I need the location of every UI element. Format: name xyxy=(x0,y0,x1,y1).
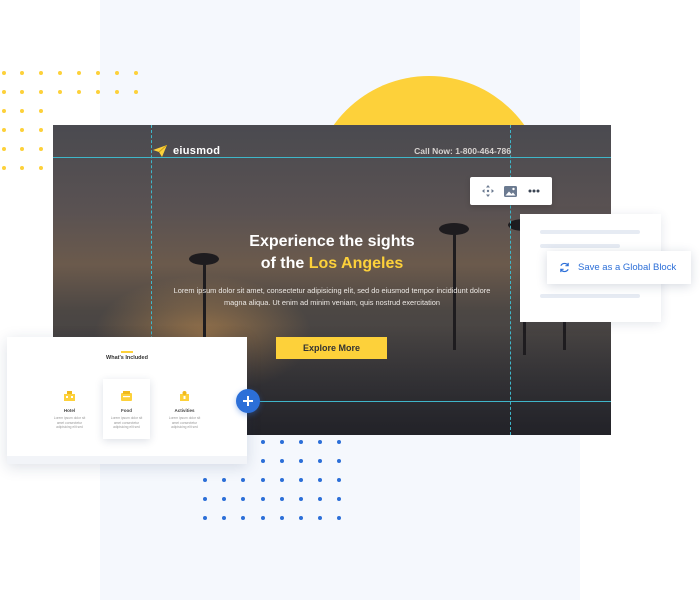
activities-icon xyxy=(180,391,189,401)
card-description: Lorem ipsum dolor sit amet consectetur a… xyxy=(168,416,201,429)
phone-number[interactable]: Call Now: 1-800-464-786 xyxy=(414,146,511,156)
whats-included-section[interactable]: What's Included Hotel Lorem ipsum dolor … xyxy=(7,337,247,464)
card-label: Food xyxy=(121,408,132,413)
card-label: Hotel xyxy=(63,408,76,413)
card-label: Activities xyxy=(174,408,195,413)
paper-plane-icon xyxy=(153,145,167,157)
card-description: Lorem ipsum dolor sit amet consectetur a… xyxy=(110,416,143,429)
move-icon[interactable] xyxy=(479,182,497,200)
brand-logo[interactable]: eiusmod xyxy=(153,145,220,157)
refresh-icon xyxy=(560,262,569,273)
save-global-block-label: Save as a Global Block xyxy=(578,262,677,273)
feature-card-activities[interactable]: Activities Lorem ipsum dolor sit amet co… xyxy=(161,379,208,439)
section-title: What's Included xyxy=(106,355,148,361)
feature-card-food[interactable]: Food Lorem ipsum dolor sit amet consecte… xyxy=(103,379,150,439)
add-block-button[interactable] xyxy=(236,389,260,413)
title-accent xyxy=(121,351,133,353)
more-icon[interactable] xyxy=(525,182,543,200)
placeholder-line xyxy=(540,244,620,248)
guide-line-top xyxy=(53,157,611,158)
section-footer-strip xyxy=(7,456,247,464)
food-icon xyxy=(121,391,132,401)
placeholder-line xyxy=(540,294,640,298)
element-toolbar xyxy=(470,177,552,205)
guide-line-right xyxy=(510,125,511,435)
placeholder-line xyxy=(540,230,640,234)
image-icon[interactable] xyxy=(502,182,520,200)
heading-prefix: of the xyxy=(260,255,309,272)
brand-name: eiusmod xyxy=(173,145,221,157)
hero-paragraph: Lorem ipsum dolor sit amet, consectetur … xyxy=(173,286,491,307)
hotel-icon xyxy=(64,391,75,401)
plus-icon xyxy=(243,396,253,406)
heading-highlight: Los Angeles xyxy=(308,255,404,272)
save-global-block-button[interactable]: Save as a Global Block xyxy=(547,251,691,284)
feature-card-hotel[interactable]: Hotel Lorem ipsum dolor sit amet consect… xyxy=(46,379,93,439)
card-description: Lorem ipsum dolor sit amet consectetur a… xyxy=(53,416,86,429)
explore-more-button[interactable]: Explore More xyxy=(276,337,387,359)
